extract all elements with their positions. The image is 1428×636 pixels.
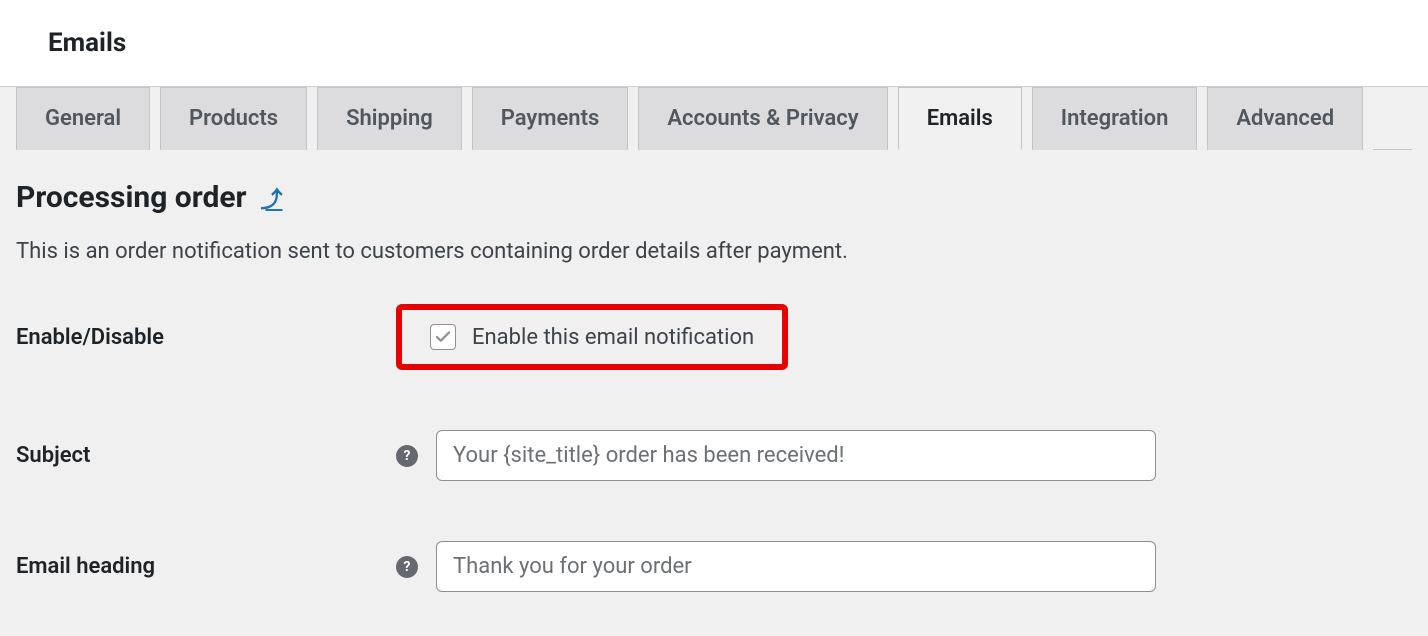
page-description: This is an order notification sent to cu… <box>16 239 1412 264</box>
page-title: Processing order <box>16 180 247 215</box>
enable-highlight-box: Enable this email notification <box>396 304 788 370</box>
tab-advanced[interactable]: Advanced <box>1207 87 1363 150</box>
enable-checkbox-label[interactable]: Enable this email notification <box>472 325 754 350</box>
row-subject: Subject ? <box>16 430 1412 481</box>
row-enable: Enable/Disable Enable this email notific… <box>16 304 1412 370</box>
tabbar: GeneralProductsShippingPaymentsAccounts … <box>0 86 1428 150</box>
subject-input[interactable] <box>436 430 1156 481</box>
help-icon[interactable]: ? <box>396 556 418 578</box>
check-icon <box>434 328 452 346</box>
help-icon[interactable]: ? <box>396 445 418 467</box>
page-title-row: Processing order ⤴ <box>16 180 1412 215</box>
tab-shipping[interactable]: Shipping <box>317 87 462 150</box>
label-enable: Enable/Disable <box>16 325 396 350</box>
label-subject: Subject <box>16 443 396 468</box>
email-heading-input[interactable] <box>436 541 1156 592</box>
label-email-heading: Email heading <box>16 554 396 579</box>
row-email-heading: Email heading ? <box>16 541 1412 592</box>
topbar: Emails <box>0 0 1428 86</box>
tab-emails[interactable]: Emails <box>898 87 1022 150</box>
content: Processing order ⤴ This is an order noti… <box>0 150 1428 592</box>
cell-subject: ? <box>396 430 1156 481</box>
back-link[interactable]: ⤴ <box>261 182 283 214</box>
tab-products[interactable]: Products <box>160 87 307 150</box>
topbar-title: Emails <box>48 28 1380 58</box>
enable-checkbox[interactable] <box>430 324 456 350</box>
tab-integration[interactable]: Integration <box>1032 87 1198 150</box>
tab-general[interactable]: General <box>16 87 150 150</box>
tab-payments[interactable]: Payments <box>472 87 629 150</box>
cell-email-heading: ? <box>396 541 1156 592</box>
tab-accounts-privacy[interactable]: Accounts & Privacy <box>638 87 887 150</box>
